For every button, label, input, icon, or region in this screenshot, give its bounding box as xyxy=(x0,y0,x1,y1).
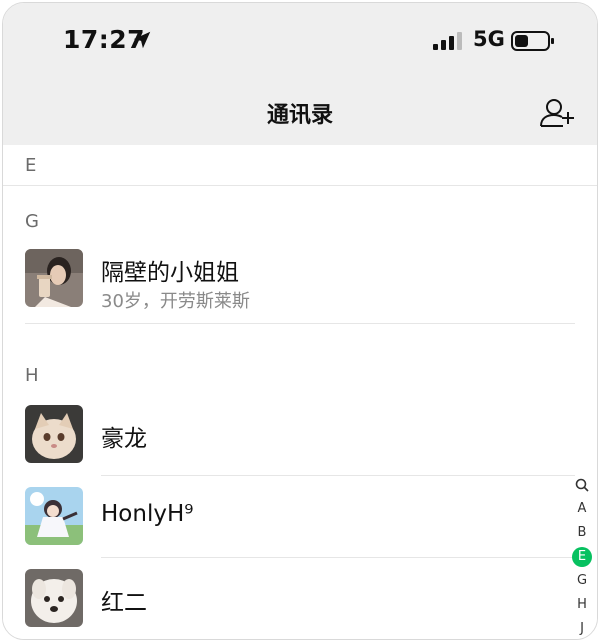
contacts-list: E G 隔壁的小姐姐 30岁，开劳斯莱斯 H 豪龙 HonlyH⁹ 红二 xyxy=(3,145,597,639)
avatar xyxy=(25,405,83,463)
status-bar: 17:27 5G xyxy=(3,3,597,87)
battery-icon xyxy=(511,31,554,51)
index-letter-e[interactable]: E xyxy=(571,545,593,569)
phone-frame: 17:27 5G 通讯录 E G 隔壁的小姐姐 30岁，开劳斯莱斯 H 豪龙 H… xyxy=(2,2,598,640)
contact-name: 红二 xyxy=(101,590,147,616)
contact-item-1[interactable]: 隔壁的小姐姐 30岁，开劳斯莱斯 xyxy=(3,249,573,323)
contact-name: 豪龙 xyxy=(101,426,147,452)
row-divider xyxy=(101,475,575,476)
section-divider xyxy=(25,323,575,324)
index-search-icon[interactable] xyxy=(571,473,593,497)
contact-item-3[interactable]: HonlyH⁹ xyxy=(3,487,573,549)
section-header-e: E xyxy=(25,155,37,176)
index-letter-j[interactable]: J xyxy=(571,617,593,639)
alphabet-index-bar[interactable]: A B E G H J xyxy=(571,473,593,639)
index-letter-a[interactable]: A xyxy=(571,497,593,521)
contact-item-2[interactable]: 豪龙 xyxy=(3,405,573,467)
section-header-g: G xyxy=(25,211,39,232)
add-contact-icon[interactable] xyxy=(539,95,575,131)
contact-subtitle: 30岁，开劳斯莱斯 xyxy=(101,291,250,312)
section-header-h: H xyxy=(25,365,39,386)
contact-name: 隔壁的小姐姐 xyxy=(101,260,239,286)
network-type: 5G xyxy=(473,27,505,51)
row-divider xyxy=(101,557,575,558)
nav-bar: 通讯录 xyxy=(3,87,597,145)
page-title: 通讯录 xyxy=(266,103,333,128)
contact-name: HonlyH⁹ xyxy=(101,501,194,527)
avatar xyxy=(25,569,83,627)
contact-item-4[interactable]: 红二 xyxy=(3,569,573,631)
section-divider xyxy=(3,185,597,186)
index-active-letter: E xyxy=(572,547,592,567)
location-arrow-icon xyxy=(133,31,151,49)
index-letter-g[interactable]: G xyxy=(571,569,593,593)
index-letter-b[interactable]: B xyxy=(571,521,593,545)
index-letter-h[interactable]: H xyxy=(571,593,593,617)
avatar xyxy=(25,249,83,307)
signal-icon xyxy=(433,32,462,50)
avatar xyxy=(25,487,83,545)
